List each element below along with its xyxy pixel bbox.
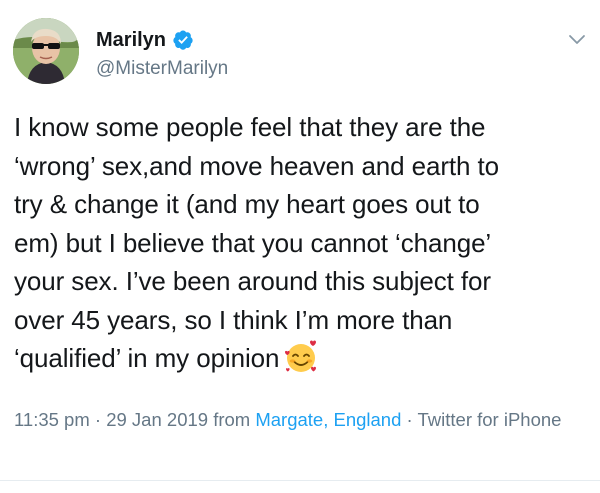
tweet-text-line: over 45 years, so I think I’m more than <box>14 304 453 335</box>
tweet-text-line: your sex. I’ve been around this subject … <box>14 266 491 296</box>
avatar-photo-icon <box>13 18 79 84</box>
meta-separator: · <box>401 409 418 430</box>
avatar[interactable] <box>13 18 79 84</box>
tweet-text: I know some people feel that they are th… <box>14 108 592 378</box>
tweet-card: Marilyn @MisterMarilyn I know some peopl… <box>0 0 600 493</box>
location-link[interactable]: Margate, England <box>255 409 401 430</box>
author-name-row[interactable]: Marilyn <box>96 27 194 53</box>
tweet-text-line: em) but I believe that you cannot ‘chang… <box>14 227 492 258</box>
meta-separator: · <box>89 409 107 430</box>
tweet-text-line: I know some people feel that they are th… <box>14 112 486 142</box>
meta-from: from <box>208 409 256 430</box>
tweet-text-line-last: ‘qualified’ in my opinion <box>14 339 592 378</box>
tweet-meta: 11:35 pm · 29 Jan 2019 from Margate, Eng… <box>14 407 592 433</box>
display-name[interactable]: Marilyn <box>96 27 166 53</box>
tweet-text-line: try & change it (and my heart goes out t… <box>14 189 480 219</box>
divider <box>0 480 600 481</box>
smiling-face-with-hearts-icon <box>283 339 319 375</box>
tweet-date[interactable]: 29 Jan 2019 <box>106 409 208 430</box>
tweet-source[interactable]: Twitter for iPhone <box>418 409 562 430</box>
tweet-time[interactable]: 11:35 pm <box>14 409 90 430</box>
author-handle[interactable]: @MisterMarilyn <box>96 57 228 81</box>
chevron-down-icon[interactable] <box>566 28 588 50</box>
tweet-text-line: ‘qualified’ in my opinion <box>14 343 280 373</box>
tweet-text-line: ‘wrong’ sex,and move heaven and earth to <box>14 150 500 181</box>
verified-badge-icon <box>172 29 194 51</box>
